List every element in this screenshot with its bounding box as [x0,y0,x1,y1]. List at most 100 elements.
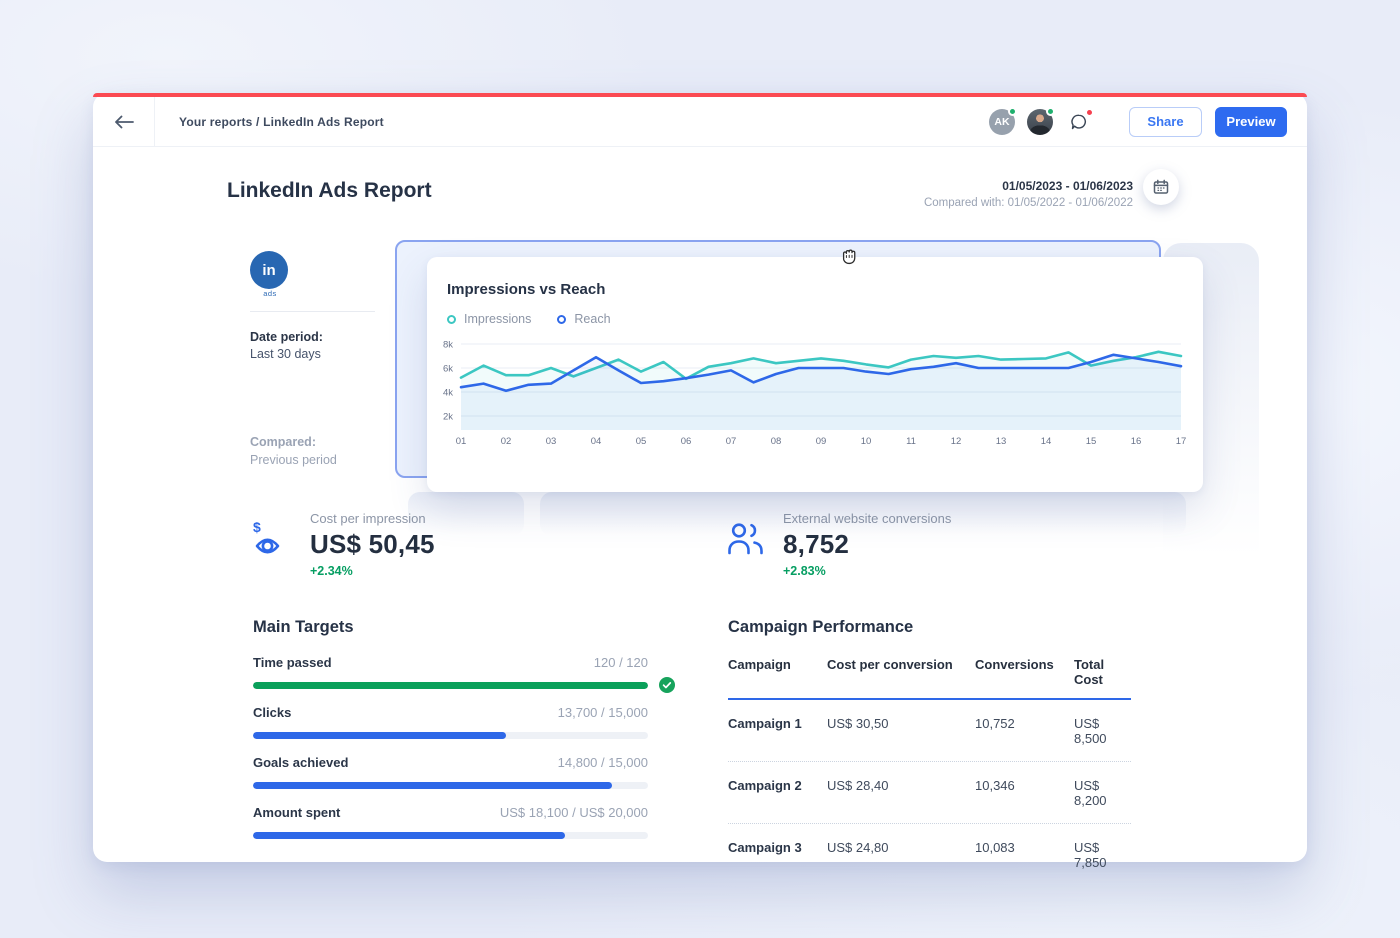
legend-item-reach[interactable]: Reach [557,312,610,326]
svg-text:06: 06 [681,436,692,447]
eye-dollar-icon: $ [250,517,296,563]
target-complete-check-icon [659,677,675,693]
campaign-name: Campaign 3 [728,840,827,870]
total-cost-cell: US$ 8,200 [1074,778,1131,808]
page-title: LinkedIn Ads Report [227,179,432,203]
unread-badge [1085,108,1094,117]
svg-text:03: 03 [546,436,557,447]
table-row: Campaign 1 US$ 30,50 10,752 US$ 8,500 [728,700,1131,762]
progress-track [253,732,648,739]
grab-cursor-icon [837,244,861,268]
stat-value: US$ 50,45 [310,529,435,560]
legend-label: Impressions [464,312,531,326]
progress-track [253,832,648,839]
progress-fill [253,832,565,839]
svg-text:4k: 4k [443,388,453,399]
main-targets-section: Main Targets Time passed 120 / 120 [253,618,677,855]
table-row: Campaign 3 US$ 24,80 10,083 US$ 7,850 [728,824,1131,885]
svg-text:11: 11 [906,436,916,447]
progress-track [253,682,648,689]
total-cost-cell: US$ 7,850 [1074,840,1131,870]
svg-text:01: 01 [456,436,467,447]
compared-label: Compared: [250,435,376,449]
target-pending-dot-icon [659,727,675,743]
impressions-reach-chart: 8k6k4k2k01020304050607080910111213141516… [433,332,1193,448]
conversions-cell: 10,752 [975,716,1074,746]
legend-label: Reach [574,312,610,326]
calendar-button[interactable] [1143,169,1179,205]
svg-text:02: 02 [501,436,512,447]
svg-text:09: 09 [816,436,827,447]
col-header-cost-per-conversion: Cost per conversion [827,657,975,687]
date-period-label: Date period: [250,330,376,344]
date-range: 01/05/2023 - 01/06/2023 [924,177,1133,195]
online-status-dot [1046,107,1055,116]
date-period-value: Last 30 days [250,347,376,361]
report-window: Your reports / LinkedIn Ads Report AK Sh… [93,93,1307,862]
campaign-name: Campaign 2 [728,778,827,808]
target-pending-dot-icon [659,827,675,843]
col-header-campaign: Campaign [728,657,827,687]
chart-title: Impressions vs Reach [447,281,1203,298]
date-range-block: 01/05/2023 - 01/06/2023 Compared with: 0… [924,177,1133,212]
avatar-ak[interactable]: AK [989,109,1015,135]
target-value: 120 / 120 [594,655,648,670]
conversions-cell: 10,083 [975,840,1074,870]
preview-button[interactable]: Preview [1215,107,1287,137]
reach-legend-dot-icon [557,315,566,324]
svg-text:14: 14 [1041,436,1052,447]
svg-text:07: 07 [726,436,737,447]
avatar-initials: AK [994,116,1009,128]
linkedin-ads-logo-icon: in [250,251,288,289]
svg-text:13: 13 [996,436,1007,447]
col-header-total-cost: Total Cost [1074,657,1131,687]
target-row-clicks: Clicks 13,700 / 15,000 [253,705,677,743]
back-button[interactable] [93,97,155,146]
cost-per-conversion-cell: US$ 24,80 [827,840,975,870]
share-button[interactable]: Share [1129,107,1202,137]
svg-text:04: 04 [591,436,602,447]
chart-legend: Impressions Reach [447,312,1203,326]
target-label: Goals achieved [253,755,348,770]
svg-text:16: 16 [1131,436,1142,447]
target-label: Clicks [253,705,291,720]
svg-text:05: 05 [636,436,647,447]
stat-delta: +2.83% [783,564,951,578]
target-value: 14,800 / 15,000 [558,755,648,770]
target-pending-dot-icon [659,777,675,793]
conversions-cell: 10,346 [975,778,1074,808]
svg-text:08: 08 [771,436,782,447]
target-row-amount-spent: Amount spent US$ 18,100 / US$ 20,000 [253,805,677,843]
progress-track [253,782,648,789]
report-side-panel: in ads Date period: Last 30 days Compare… [250,251,376,467]
total-cost-cell: US$ 8,500 [1074,716,1131,746]
avatar-photo[interactable] [1027,109,1053,135]
target-row-time-passed: Time passed 120 / 120 [253,655,677,693]
progress-fill [253,682,648,689]
table-row: Campaign 2 US$ 28,40 10,346 US$ 8,200 [728,762,1131,824]
svg-text:10: 10 [861,436,872,447]
top-bar: Your reports / LinkedIn Ads Report AK Sh… [93,97,1307,147]
svg-text:$: $ [253,519,261,535]
stat-cost-per-impression: $ Cost per impression US$ 50,45 +2.34% [250,511,435,578]
campaign-table: Campaign Cost per conversion Conversions… [728,657,1131,885]
progress-fill [253,782,612,789]
svg-text:2k: 2k [443,412,453,423]
col-header-conversions: Conversions [975,657,1074,687]
impressions-legend-dot-icon [447,315,456,324]
stat-delta: +2.34% [310,564,435,578]
online-status-dot [1008,107,1017,116]
target-label: Amount spent [253,805,340,820]
stat-label: Cost per impression [310,511,435,526]
svg-text:15: 15 [1086,436,1097,447]
divider [250,311,375,312]
comments-button[interactable] [1065,108,1093,136]
svg-text:6k: 6k [443,364,453,375]
impressions-reach-widget[interactable]: Impressions vs Reach Impressions Reach 8… [427,257,1203,492]
cost-per-conversion-cell: US$ 30,50 [827,716,975,746]
svg-text:8k: 8k [443,340,453,351]
legend-item-impressions[interactable]: Impressions [447,312,531,326]
linkedin-logo-text: in [262,262,275,279]
date-compared: Compared with: 01/05/2022 - 01/06/2022 [924,195,1133,212]
target-row-goals-achieved: Goals achieved 14,800 / 15,000 [253,755,677,793]
